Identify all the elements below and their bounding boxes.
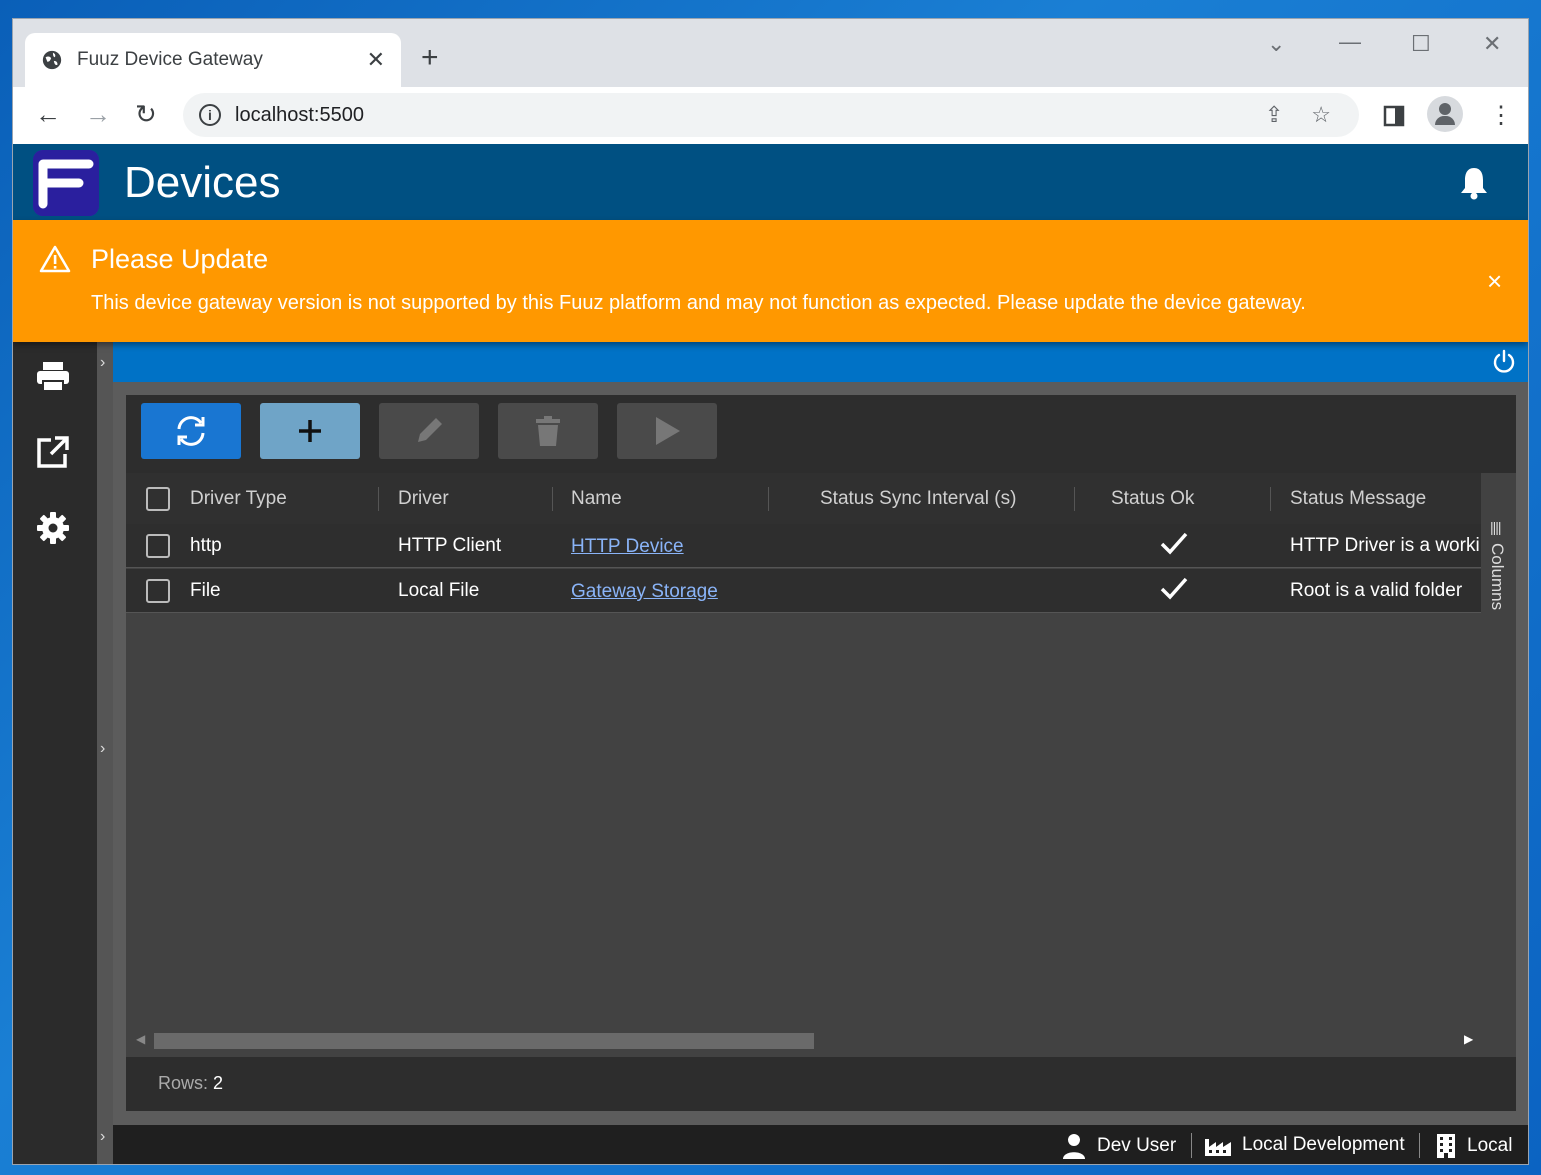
browser-window: Fuuz Device Gateway ✕ + ⌄ — ☐ ✕ ← → ↻ i …	[12, 18, 1529, 1165]
warning-icon	[39, 245, 71, 273]
content-area: Driver Type Driver Name Status Sync Inte…	[113, 382, 1528, 1125]
device-name-link[interactable]: Gateway Storage	[571, 581, 718, 603]
edit-icon	[418, 418, 442, 442]
cell-driver-type: http	[190, 535, 222, 556]
external-link-icon[interactable]	[35, 434, 71, 470]
screen-header-strip	[113, 342, 1528, 382]
refresh-button[interactable]	[141, 403, 241, 459]
browser-menu-icon[interactable]: ⋮	[1489, 101, 1513, 130]
browser-tab[interactable]: Fuuz Device Gateway ✕	[25, 33, 401, 87]
select-all-checkbox[interactable]	[146, 487, 170, 511]
fuuz-logo[interactable]	[33, 150, 99, 216]
column-header-driver[interactable]: Driver	[398, 488, 449, 510]
user-name: Dev User	[1097, 1135, 1177, 1156]
grid-footer: Rows: 2	[126, 1057, 1516, 1111]
environment-status[interactable]: Local	[1435, 1133, 1512, 1159]
column-header-driver-type[interactable]: Driver Type	[190, 488, 287, 510]
expand-chevron-icon[interactable]: ›	[100, 1128, 105, 1146]
expand-chevron-icon[interactable]: ›	[100, 354, 105, 372]
banner-message: This device gateway version is not suppo…	[91, 292, 1306, 314]
column-header-name[interactable]: Name	[571, 488, 622, 510]
bookmark-star-icon[interactable]: ☆	[1311, 102, 1331, 128]
power-icon[interactable]	[1491, 349, 1517, 375]
globe-icon	[42, 50, 62, 70]
column-header-status-message[interactable]: Status Message	[1290, 488, 1426, 510]
update-warning-banner: Please Update This device gateway versio…	[13, 220, 1528, 342]
address-bar[interactable]: i localhost:5500 ⇪ ☆	[183, 93, 1359, 137]
column-header-status-ok[interactable]: Status Ok	[1111, 488, 1194, 510]
tenant-status[interactable]: Local Development	[1204, 1133, 1405, 1157]
delete-button[interactable]	[498, 403, 598, 459]
url-text[interactable]: localhost:5500	[235, 104, 1265, 127]
cell-status-message: HTTP Driver is a worki	[1290, 535, 1480, 556]
add-button[interactable]	[260, 403, 360, 459]
rows-count: Rows: 2	[158, 1073, 224, 1093]
devices-grid: Driver Type Driver Name Status Sync Inte…	[126, 473, 1516, 1057]
columns-label: Columns	[1488, 543, 1507, 611]
cell-driver-type: File	[190, 580, 221, 601]
table-row[interactable]: File Local File Gateway Storage Root is …	[126, 569, 1481, 613]
minimize-icon[interactable]: —	[1339, 29, 1361, 55]
reload-icon[interactable]: ↻	[135, 99, 157, 130]
left-sidebar	[13, 342, 97, 1164]
factory-icon	[1205, 1139, 1231, 1156]
new-tab-button[interactable]: +	[421, 41, 439, 75]
user-icon	[1063, 1134, 1085, 1159]
cell-status-message: Root is a valid folder	[1290, 580, 1463, 601]
edit-button[interactable]	[379, 403, 479, 459]
tab-strip: Fuuz Device Gateway ✕ + ⌄ — ☐ ✕	[13, 19, 1528, 87]
tenant-name: Local Development	[1242, 1134, 1405, 1155]
delete-icon	[536, 416, 560, 446]
scroll-left-icon[interactable]: ◀	[136, 1032, 145, 1046]
forward-icon[interactable]: →	[85, 99, 111, 130]
gear-icon[interactable]	[35, 510, 71, 546]
scroll-right-icon[interactable]: ▶	[1464, 1032, 1473, 1046]
user-status[interactable]: Dev User	[1061, 1133, 1176, 1159]
share-icon[interactable]: ⇪	[1265, 102, 1283, 128]
maximize-icon[interactable]: ☐	[1411, 31, 1431, 57]
page-title: Devices	[124, 158, 281, 207]
app-header: Devices	[13, 144, 1528, 220]
table-row[interactable]: http HTTP Client HTTP Device HTTP Driver…	[126, 524, 1481, 568]
banner-title: Please Update	[91, 244, 269, 274]
banner-close-icon[interactable]: ×	[1487, 266, 1502, 297]
run-icon	[656, 417, 680, 445]
fuuz-app: Devices Please Update This device gatewa…	[13, 144, 1528, 1164]
device-name-link[interactable]: HTTP Device	[571, 536, 684, 558]
cell-driver: Local File	[398, 580, 480, 601]
site-info-icon[interactable]: i	[199, 104, 221, 126]
back-icon[interactable]: ←	[35, 99, 61, 130]
tab-search-icon[interactable]: ⌄	[1267, 31, 1285, 57]
row-checkbox[interactable]	[146, 579, 170, 603]
environment-name: Local	[1467, 1135, 1513, 1156]
expand-chevron-icon[interactable]: ›	[100, 740, 105, 758]
row-checkbox[interactable]	[146, 534, 170, 558]
status-ok-check-icon	[1160, 577, 1188, 600]
side-panel-icon[interactable]	[1383, 105, 1405, 127]
profile-avatar-icon[interactable]	[1427, 96, 1463, 132]
address-toolbar: ← → ↻ i localhost:5500 ⇪ ☆ ⋮	[13, 87, 1528, 144]
status-ok-check-icon	[1160, 532, 1188, 555]
run-button[interactable]	[617, 403, 717, 459]
devices-panel: Driver Type Driver Name Status Sync Inte…	[126, 395, 1516, 1111]
window-close-icon[interactable]: ✕	[1483, 31, 1501, 57]
printer-icon[interactable]	[35, 360, 71, 394]
tab-close-icon[interactable]: ✕	[367, 47, 385, 73]
sidebar-collapse-bar[interactable]: › › ›	[97, 342, 113, 1164]
refresh-icon	[177, 416, 205, 446]
building-icon	[1437, 1134, 1455, 1158]
notification-bell-icon[interactable]	[1459, 166, 1489, 200]
tab-title: Fuuz Device Gateway	[77, 49, 263, 70]
column-header-status-sync-interval[interactable]: Status Sync Interval (s)	[820, 488, 1016, 510]
status-bar: Dev User Local Development Local	[113, 1125, 1528, 1164]
grid-header: Driver Type Driver Name Status Sync Inte…	[126, 473, 1481, 524]
add-icon	[299, 420, 321, 442]
columns-icon: ||||	[1490, 519, 1502, 535]
cell-driver: HTTP Client	[398, 535, 502, 556]
horizontal-scrollbar[interactable]: ◀ ▶	[136, 1031, 1481, 1051]
scrollbar-thumb[interactable]	[154, 1033, 814, 1049]
columns-panel-toggle[interactable]: |||| Columns	[1481, 473, 1516, 1057]
